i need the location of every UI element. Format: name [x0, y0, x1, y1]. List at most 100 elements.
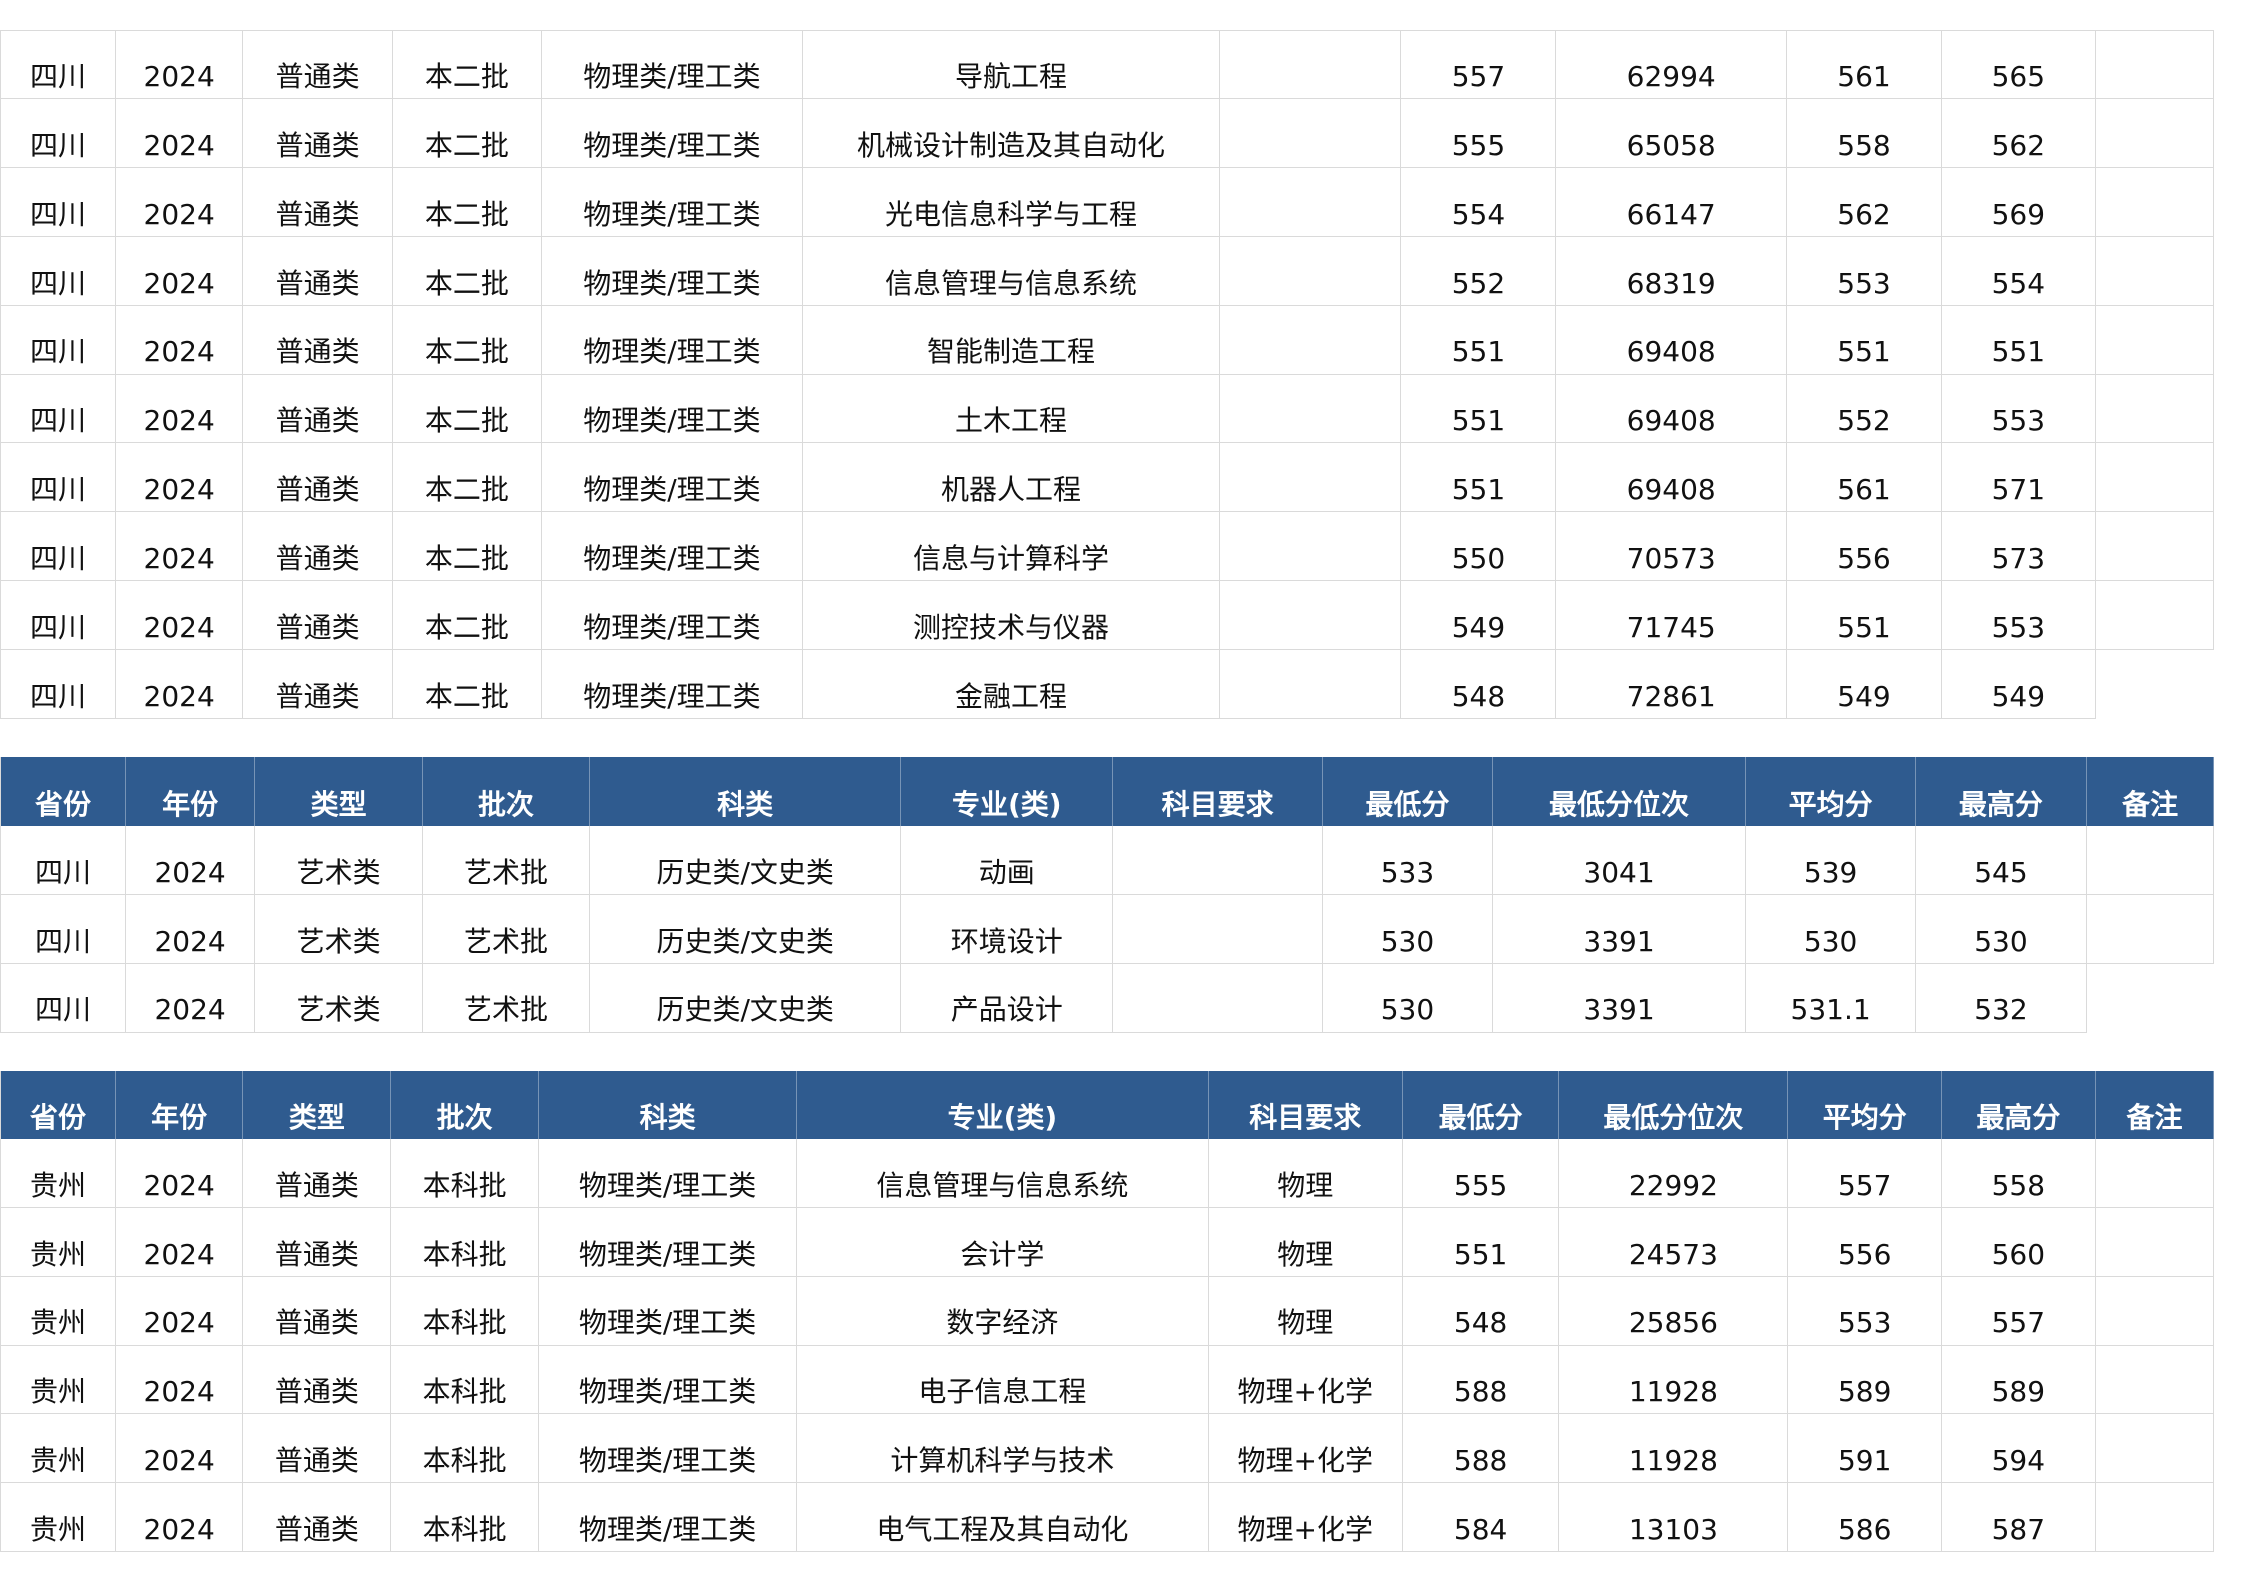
cell-min-rank: 11928 — [1559, 1345, 1789, 1415]
cell-max-score: 587 — [1942, 1483, 2096, 1553]
cell-min-rank: 3391 — [1492, 963, 1747, 1033]
cell-avg-score: 539 — [1746, 826, 1916, 895]
cell-min-score: 554 — [1401, 168, 1557, 237]
cell-major: 信息管理与信息系统 — [797, 1139, 1209, 1208]
cell-batch: 本二批 — [392, 99, 542, 169]
cell-remarks — [2086, 894, 2215, 964]
table-row: 四川 2024 普通类 本二批 物理类/理工类 智能制造工程 551 69408 551 551 — [0, 305, 2215, 375]
cell-min-score: 584 — [1402, 1483, 1560, 1553]
cell-max-score: 530 — [1915, 894, 2087, 964]
cell-year: 2024 — [126, 826, 256, 895]
header-type: 类型 — [255, 756, 424, 827]
cell-major: 智能制造工程 — [802, 305, 1221, 375]
header-min-score: 最低分 — [1402, 1071, 1560, 1140]
table-row: 四川 2024 普通类 本二批 物理类/理工类 信息与计算科学 550 70573 556 573 — [0, 512, 2215, 582]
header-min-rank: 最低分位次 — [1559, 1071, 1789, 1140]
cell-remarks — [2096, 650, 2215, 719]
cell-avg-score: 561 — [1786, 30, 1943, 100]
cell-min-rank: 68319 — [1556, 236, 1787, 306]
header-min-score: 最低分 — [1323, 756, 1493, 827]
table-row: 四川 2024 普通类 本二批 物理类/理工类 金融工程 548 72861 549 549 — [0, 649, 2215, 719]
table-row: 贵州 2024 普通类 本科批 物理类/理工类 会计学 物理 551 24573 556 560 — [0, 1207, 2215, 1277]
cell-subject-requirement — [1220, 443, 1402, 513]
cell-year: 2024 — [115, 443, 244, 513]
cell-year: 2024 — [115, 99, 244, 169]
cell-remarks — [2086, 826, 2215, 895]
cell-batch: 本二批 — [392, 374, 542, 444]
header-avg-score: 平均分 — [1746, 756, 1916, 827]
cell-province: 四川 — [0, 826, 127, 895]
cell-province: 四川 — [0, 236, 116, 306]
header-remarks: 备注 — [2095, 1071, 2215, 1140]
cell-subject-category: 历史类/文史类 — [589, 963, 902, 1033]
cell-min-score: 552 — [1401, 236, 1557, 306]
cell-year: 2024 — [115, 236, 244, 306]
cell-batch: 本二批 — [392, 443, 542, 513]
cell-major: 电气工程及其自动化 — [797, 1483, 1209, 1553]
cell-type: 普通类 — [243, 1139, 392, 1208]
cell-max-score: 565 — [1942, 30, 2096, 100]
cell-remarks — [2095, 1345, 2215, 1415]
cell-type: 普通类 — [243, 581, 393, 650]
cell-min-score: 555 — [1401, 99, 1557, 169]
cell-avg-score: 551 — [1786, 305, 1943, 375]
cell-avg-score: 556 — [1786, 512, 1943, 582]
header-min-rank: 最低分位次 — [1492, 756, 1747, 827]
admission-table-sichuan-art: 省份 年份 类型 批次 科类 专业(类) 科目要求 最低分 最低分位次 平均分 最高分 备注 四川 202… — [0, 756, 2215, 1033]
cell-type: 普通类 — [243, 1207, 392, 1277]
cell-min-rank: 65058 — [1556, 99, 1787, 169]
cell-subject-category: 历史类/文史类 — [589, 894, 902, 964]
cell-min-rank: 70573 — [1556, 512, 1787, 582]
cell-remarks — [2095, 168, 2215, 237]
cell-year: 2024 — [115, 1207, 244, 1277]
cell-subject-category: 历史类/文史类 — [589, 826, 902, 895]
table-row: 四川 2024 普通类 本二批 物理类/理工类 导航工程 557 62994 561 565 — [0, 30, 2215, 100]
cell-batch: 本二批 — [392, 581, 542, 650]
cell-remarks — [2095, 1483, 2215, 1553]
table-row: 四川 2024 艺术类 艺术批 历史类/文史类 环境设计 530 3391 530 530 — [0, 894, 2215, 964]
cell-remarks — [2095, 30, 2215, 100]
cell-type: 普通类 — [243, 443, 393, 513]
cell-type: 普通类 — [243, 1276, 392, 1346]
cell-max-score: 554 — [1942, 236, 2096, 306]
cell-year: 2024 — [115, 512, 244, 582]
cell-min-rank: 69408 — [1556, 305, 1787, 375]
cell-subject-category: 物理类/理工类 — [541, 649, 803, 719]
cell-min-rank: 24573 — [1559, 1207, 1789, 1277]
admission-table-guizhou-regular: 省份 年份 类型 批次 科类 专业(类) 科目要求 最低分 最低分位次 平均分 最高分 备注 贵州 202… — [0, 1071, 2215, 1553]
cell-min-score: 588 — [1402, 1414, 1560, 1484]
cell-year: 2024 — [115, 374, 244, 444]
cell-major: 动画 — [901, 826, 1114, 895]
cell-remarks — [2095, 581, 2215, 650]
header-province: 省份 — [0, 756, 127, 827]
cell-batch: 本二批 — [392, 236, 542, 306]
cell-batch: 本二批 — [392, 512, 542, 582]
cell-max-score: 573 — [1942, 512, 2096, 582]
cell-subject-category: 物理类/理工类 — [539, 1345, 798, 1415]
cell-min-score: 549 — [1401, 581, 1557, 650]
cell-min-rank: 3391 — [1492, 894, 1747, 964]
cell-min-rank: 11928 — [1559, 1414, 1789, 1484]
cell-batch: 艺术批 — [423, 826, 590, 895]
cell-type: 艺术类 — [255, 963, 424, 1033]
table-header-row: 省份 年份 类型 批次 科类 专业(类) 科目要求 最低分 最低分位次 平均分 最高分 备注 — [0, 756, 2215, 827]
cell-min-rank: 62994 — [1556, 30, 1787, 100]
cell-remarks — [2095, 512, 2215, 582]
cell-max-score: 560 — [1942, 1207, 2096, 1277]
cell-year: 2024 — [115, 1414, 244, 1484]
table-header-row: 省份 年份 类型 批次 科类 专业(类) 科目要求 最低分 最低分位次 平均分 最高分 备注 — [0, 1071, 2215, 1140]
cell-subject-category: 物理类/理工类 — [541, 374, 803, 444]
table-row: 贵州 2024 普通类 本科批 物理类/理工类 电子信息工程 物理+化学 588 11928 58… — [0, 1345, 2215, 1415]
header-max-score: 最高分 — [1942, 1071, 2096, 1140]
cell-remarks — [2095, 1139, 2215, 1208]
cell-type: 普通类 — [243, 649, 393, 719]
header-year: 年份 — [126, 756, 256, 827]
cell-avg-score: 551 — [1786, 581, 1943, 650]
cell-min-score: 550 — [1401, 512, 1557, 582]
table-row: 四川 2024 普通类 本二批 物理类/理工类 土木工程 551 69408 552 553 — [0, 374, 2215, 444]
cell-max-score: 549 — [1942, 649, 2096, 719]
cell-major: 电子信息工程 — [797, 1345, 1209, 1415]
cell-type: 普通类 — [243, 512, 393, 582]
header-type: 类型 — [243, 1071, 392, 1140]
cell-subject-category: 物理类/理工类 — [541, 30, 803, 100]
